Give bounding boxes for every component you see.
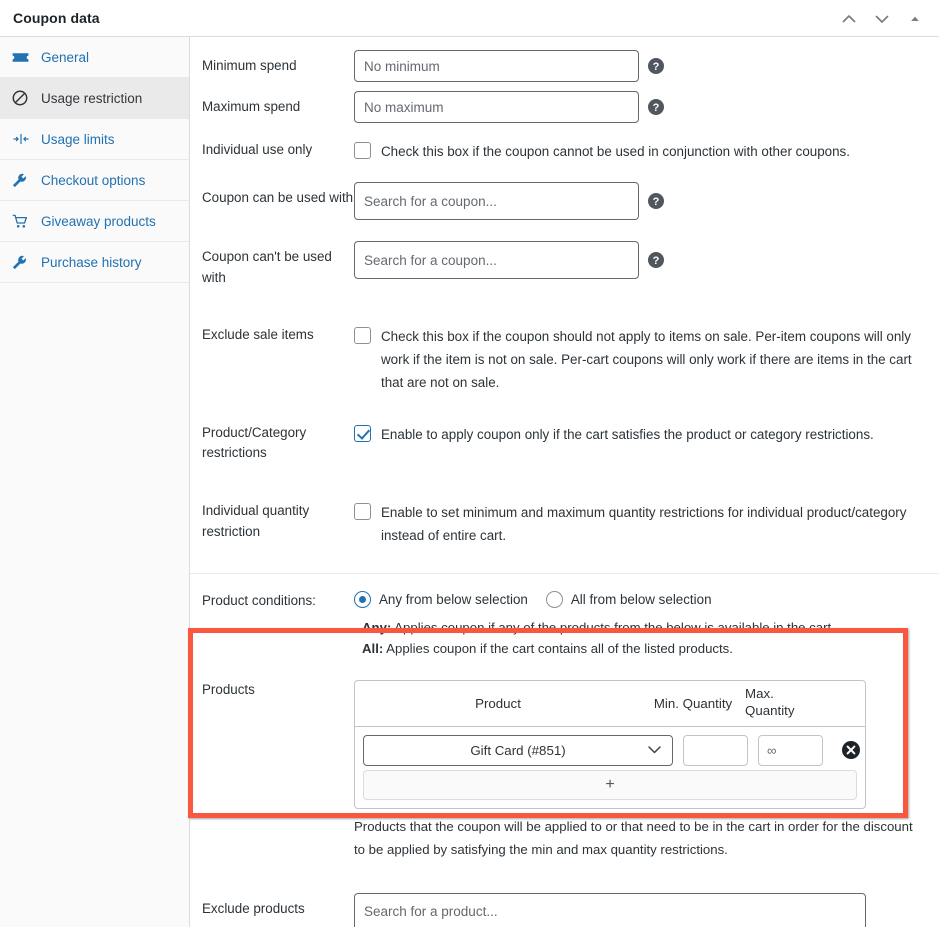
- help-icon[interactable]: ?: [648, 58, 664, 74]
- panel-body: General Usage restriction Usage limits C…: [0, 37, 939, 927]
- settings-form: Minimum spend ? Maximum spend ?: [190, 37, 939, 927]
- triangle-up-icon[interactable]: [901, 5, 929, 33]
- checkbox-label: Check this box if the coupon should not …: [381, 328, 912, 390]
- limit-arrows-icon: [12, 130, 34, 148]
- wrench-icon: [12, 253, 34, 271]
- field-label: Products: [202, 681, 255, 697]
- coupon-cant-be-used-with-input[interactable]: [354, 241, 639, 280]
- field-label: Individual quantity restriction: [202, 503, 310, 540]
- field-label: Exclude sale items: [202, 326, 314, 342]
- products-table-header: Product Min. Quantity Max. Quantity: [355, 681, 865, 727]
- sidebar-item-label: Giveaway products: [41, 213, 156, 229]
- field-label: Product conditions:: [202, 593, 316, 609]
- product-select[interactable]: Gift Card (#851): [363, 734, 673, 766]
- section-divider: [190, 573, 939, 575]
- svg-text:?: ?: [653, 196, 660, 208]
- product-select-wrapper: Gift Card (#851): [363, 734, 673, 766]
- sidebar-item-label: General: [41, 49, 90, 65]
- maximum-spend-input[interactable]: [354, 91, 639, 123]
- minimum-spend-input[interactable]: [354, 50, 639, 82]
- field-minimum-spend: Minimum spend ?: [190, 50, 939, 82]
- product-category-restrictions-checkbox[interactable]: [354, 424, 371, 442]
- field-individual-quantity-restriction: Individual quantity restriction Enable t…: [190, 501, 939, 547]
- coupon-data-panel: Coupon data General Usage restriction Us…: [0, 0, 939, 927]
- checkbox-label: Enable to set minimum and maximum quanti…: [381, 505, 907, 544]
- radio-label: Any from below selection: [379, 592, 528, 608]
- panel-sidebar: General Usage restriction Usage limits C…: [0, 37, 190, 927]
- sidebar-item-label: Checkout options: [41, 172, 146, 188]
- field-maximum-spend: Maximum spend ?: [190, 91, 939, 123]
- field-product-conditions: Product conditions: Any from below selec…: [190, 591, 939, 659]
- product-select-value: Gift Card (#851): [470, 742, 566, 758]
- chevron-down-icon: [648, 743, 661, 758]
- checkbox-label: Check this box if the coupon cannot be u…: [381, 144, 850, 159]
- radio-all-from-below[interactable]: [545, 591, 563, 609]
- sidebar-item-giveaway-products[interactable]: Giveaway products: [0, 201, 189, 242]
- ticket-icon: [12, 48, 34, 66]
- coupon-can-be-used-with-input[interactable]: [354, 182, 639, 221]
- sidebar-item-label: Usage limits: [41, 131, 115, 147]
- column-header-max-quantity: Max. Quantity: [745, 686, 795, 719]
- field-products: Products Product Min. Quantity Max. Quan…: [190, 679, 939, 862]
- remove-row-icon[interactable]: [837, 736, 865, 764]
- field-label: Exclude products: [202, 900, 305, 916]
- sidebar-item-usage-limits[interactable]: Usage limits: [0, 119, 189, 160]
- individual-quantity-restriction-checkbox[interactable]: [354, 503, 371, 521]
- help-icon[interactable]: ?: [648, 99, 664, 115]
- field-label: Coupon can be used with: [202, 190, 354, 206]
- plus-icon: +: [605, 775, 615, 793]
- exclude-sale-items-checkbox[interactable]: [354, 326, 371, 344]
- svg-text:?: ?: [653, 255, 660, 267]
- sidebar-item-usage-restriction[interactable]: Usage restriction: [0, 78, 189, 119]
- page-title: Coupon data: [13, 10, 100, 26]
- product-conditions-hint: Any: Applies coupon if any of the produc…: [362, 617, 835, 659]
- hint-any-text: Applies coupon if any of the products fr…: [391, 620, 835, 636]
- field-product-category-restrictions: Product/Category restrictions Enable to …: [190, 423, 939, 465]
- radio-label: All from below selection: [570, 592, 712, 608]
- sidebar-item-purchase-history[interactable]: Purchase history: [0, 242, 189, 283]
- column-header-min-quantity: Min. Quantity: [653, 695, 733, 711]
- exclude-products-input[interactable]: [354, 892, 866, 927]
- field-label: Coupon can't be used with: [202, 249, 332, 285]
- hint-any-key: Any:: [362, 620, 392, 636]
- field-exclude-sale-items: Exclude sale items Check this box if the…: [190, 325, 939, 394]
- chevron-down-icon[interactable]: [868, 5, 896, 33]
- svg-text:?: ?: [653, 61, 660, 73]
- min-quantity-input[interactable]: [683, 734, 748, 766]
- field-individual-use-only: Individual use only Check this box if th…: [190, 140, 939, 163]
- checkbox-label: Enable to apply coupon only if the cart …: [381, 426, 874, 442]
- hint-all-text: Applies coupon if the cart contains all …: [383, 641, 733, 657]
- cart-icon: [12, 212, 34, 230]
- table-row: Gift Card (#851): [355, 727, 865, 770]
- field-label: Minimum spend: [202, 58, 297, 73]
- column-header-product: Product: [475, 695, 521, 711]
- add-product-row-button[interactable]: +: [363, 769, 857, 800]
- wrench-icon: [12, 171, 34, 189]
- product-conditions-radio-group: Any from below selection All from below …: [354, 591, 722, 609]
- chevron-up-icon[interactable]: [835, 5, 863, 33]
- field-label: Individual use only: [202, 142, 313, 157]
- max-quantity-input[interactable]: [758, 734, 823, 766]
- field-coupon-can-be-used-with: Coupon can be used with ?: [190, 182, 939, 221]
- field-coupon-cant-be-used-with: Coupon can't be used with ?: [190, 241, 939, 289]
- products-table: Product Min. Quantity Max. Quantity Gift…: [354, 679, 866, 809]
- sidebar-item-checkout-options[interactable]: Checkout options: [0, 160, 189, 201]
- radio-any-from-below[interactable]: [354, 591, 371, 609]
- field-exclude-products: Exclude products Products that the coupo…: [190, 892, 939, 927]
- sidebar-item-label: Purchase history: [41, 254, 142, 270]
- help-icon[interactable]: ?: [648, 252, 664, 269]
- products-description: Products that the coupon will be applied…: [354, 818, 913, 857]
- svg-text:?: ?: [653, 102, 660, 114]
- sidebar-item-general[interactable]: General: [0, 37, 189, 78]
- hint-all-key: All:: [362, 641, 384, 657]
- field-label: Maximum spend: [202, 99, 301, 114]
- ban-icon: [12, 89, 34, 107]
- panel-header: Coupon data: [0, 0, 939, 37]
- field-label: Product/Category restrictions: [202, 424, 307, 461]
- sidebar-item-label: Usage restriction: [41, 90, 143, 106]
- individual-use-checkbox[interactable]: [354, 142, 371, 159]
- panel-header-controls: [835, 0, 929, 37]
- help-icon[interactable]: ?: [648, 193, 664, 210]
